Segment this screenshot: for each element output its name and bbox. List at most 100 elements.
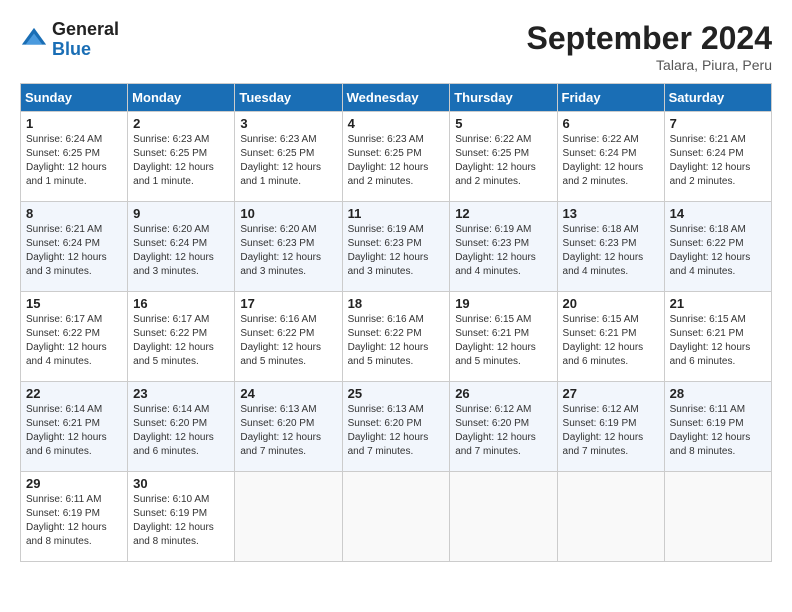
day-info: Sunrise: 6:23 AMSunset: 6:25 PMDaylight:…	[240, 133, 336, 189]
logo-icon	[20, 26, 48, 54]
day-number: 13	[563, 206, 659, 221]
calendar-cell: 7 Sunrise: 6:21 AMSunset: 6:24 PMDaylight…	[664, 112, 771, 202]
day-number: 7	[670, 116, 766, 131]
calendar-cell: 25 Sunrise: 6:13 AMSunset: 6:20 PMDayligh…	[342, 382, 450, 472]
day-info: Sunrise: 6:18 AMSunset: 6:23 PMDaylight:…	[563, 223, 659, 279]
calendar-cell: 2Sunrise: 6:23 AMSunset: 6:25 PMDaylight…	[128, 112, 235, 202]
day-number: 6	[563, 116, 659, 131]
day-info: Sunrise: 6:24 AMSunset: 6:25 PMDaylight:…	[26, 133, 122, 189]
title-block: September 2024 Talara, Piura, Peru	[527, 20, 772, 73]
header-thursday: Thursday	[450, 84, 557, 112]
day-info: Sunrise: 6:20 AMSunset: 6:24 PMDaylight:…	[133, 223, 229, 279]
day-number: 23	[133, 386, 229, 401]
calendar-cell	[235, 472, 342, 562]
calendar-cell: 14 Sunrise: 6:18 AMSunset: 6:22 PMDayligh…	[664, 202, 771, 292]
day-number: 11	[348, 206, 445, 221]
calendar-cell: 12 Sunrise: 6:19 AMSunset: 6:23 PMDayligh…	[450, 202, 557, 292]
day-number: 8	[26, 206, 122, 221]
month-title: September 2024	[527, 20, 772, 57]
calendar-cell: 8 Sunrise: 6:21 AMSunset: 6:24 PMDaylight…	[21, 202, 128, 292]
day-info: Sunrise: 6:13 AMSunset: 6:20 PMDaylight:…	[348, 403, 445, 459]
calendar-table: SundayMondayTuesdayWednesdayThursdayFrid…	[20, 83, 772, 562]
header-sunday: Sunday	[21, 84, 128, 112]
day-number: 12	[455, 206, 551, 221]
calendar-cell	[664, 472, 771, 562]
header-wednesday: Wednesday	[342, 84, 450, 112]
calendar-cell: 16 Sunrise: 6:17 AMSunset: 6:22 PMDayligh…	[128, 292, 235, 382]
day-info: Sunrise: 6:15 AMSunset: 6:21 PMDaylight:…	[670, 313, 766, 369]
day-info: Sunrise: 6:21 AMSunset: 6:24 PMDaylight:…	[670, 133, 766, 189]
day-number: 14	[670, 206, 766, 221]
day-number: 25	[348, 386, 445, 401]
calendar-week-row: 8 Sunrise: 6:21 AMSunset: 6:24 PMDaylight…	[21, 202, 772, 292]
day-number: 18	[348, 296, 445, 311]
day-info: Sunrise: 6:21 AMSunset: 6:24 PMDaylight:…	[26, 223, 122, 279]
header-saturday: Saturday	[664, 84, 771, 112]
day-info: Sunrise: 6:23 AMSunset: 6:25 PMDaylight:…	[348, 133, 445, 189]
day-number: 20	[563, 296, 659, 311]
day-info: Sunrise: 6:20 AMSunset: 6:23 PMDaylight:…	[240, 223, 336, 279]
day-number: 9	[133, 206, 229, 221]
day-number: 4	[348, 116, 445, 131]
day-number: 29	[26, 476, 122, 491]
calendar-week-row: 1 Sunrise: 6:24 AMSunset: 6:25 PMDaylight…	[21, 112, 772, 202]
day-info: Sunrise: 6:17 AMSunset: 6:22 PMDaylight:…	[26, 313, 122, 369]
day-number: 27	[563, 386, 659, 401]
calendar-cell: 13 Sunrise: 6:18 AMSunset: 6:23 PMDayligh…	[557, 202, 664, 292]
day-number: 1	[26, 116, 122, 131]
calendar-cell: 3 Sunrise: 6:23 AMSunset: 6:25 PMDaylight…	[235, 112, 342, 202]
calendar-cell	[557, 472, 664, 562]
day-number: 19	[455, 296, 551, 311]
day-number: 3	[240, 116, 336, 131]
day-info: Sunrise: 6:22 AMSunset: 6:25 PMDaylight:…	[455, 133, 551, 189]
calendar-cell: 30Sunrise: 6:10 AMSunset: 6:19 PMDayligh…	[128, 472, 235, 562]
day-number: 26	[455, 386, 551, 401]
day-info: Sunrise: 6:19 AMSunset: 6:23 PMDaylight:…	[455, 223, 551, 279]
calendar-cell	[450, 472, 557, 562]
location-subtitle: Talara, Piura, Peru	[527, 57, 772, 73]
day-number: 5	[455, 116, 551, 131]
day-number: 28	[670, 386, 766, 401]
day-info: Sunrise: 6:17 AMSunset: 6:22 PMDaylight:…	[133, 313, 229, 369]
day-info: Sunrise: 6:22 AMSunset: 6:24 PMDaylight:…	[563, 133, 659, 189]
calendar-cell: 22 Sunrise: 6:14 AMSunset: 6:21 PMDayligh…	[21, 382, 128, 472]
calendar-week-row: 29Sunrise: 6:11 AMSunset: 6:19 PMDayligh…	[21, 472, 772, 562]
calendar-cell: 19Sunrise: 6:15 AMSunset: 6:21 PMDayligh…	[450, 292, 557, 382]
day-number: 2	[133, 116, 229, 131]
day-number: 10	[240, 206, 336, 221]
logo-text: General Blue	[52, 20, 119, 60]
days-header-row: SundayMondayTuesdayWednesdayThursdayFrid…	[21, 84, 772, 112]
day-info: Sunrise: 6:14 AMSunset: 6:21 PMDaylight:…	[26, 403, 122, 459]
calendar-cell: 17Sunrise: 6:16 AMSunset: 6:22 PMDayligh…	[235, 292, 342, 382]
calendar-cell: 26 Sunrise: 6:12 AMSunset: 6:20 PMDayligh…	[450, 382, 557, 472]
calendar-cell: 15 Sunrise: 6:17 AMSunset: 6:22 PMDayligh…	[21, 292, 128, 382]
day-number: 22	[26, 386, 122, 401]
calendar-cell: 11Sunrise: 6:19 AMSunset: 6:23 PMDayligh…	[342, 202, 450, 292]
calendar-cell: 1 Sunrise: 6:24 AMSunset: 6:25 PMDaylight…	[21, 112, 128, 202]
day-number: 21	[670, 296, 766, 311]
day-number: 16	[133, 296, 229, 311]
calendar-cell: 24Sunrise: 6:13 AMSunset: 6:20 PMDayligh…	[235, 382, 342, 472]
calendar-cell: 28 Sunrise: 6:11 AMSunset: 6:19 PMDayligh…	[664, 382, 771, 472]
logo: General Blue	[20, 20, 119, 60]
calendar-cell	[342, 472, 450, 562]
day-info: Sunrise: 6:18 AMSunset: 6:22 PMDaylight:…	[670, 223, 766, 279]
calendar-cell: 18Sunrise: 6:16 AMSunset: 6:22 PMDayligh…	[342, 292, 450, 382]
day-number: 15	[26, 296, 122, 311]
day-info: Sunrise: 6:11 AMSunset: 6:19 PMDaylight:…	[670, 403, 766, 459]
calendar-cell: 10 Sunrise: 6:20 AMSunset: 6:23 PMDayligh…	[235, 202, 342, 292]
calendar-cell: 23 Sunrise: 6:14 AMSunset: 6:20 PMDayligh…	[128, 382, 235, 472]
day-info: Sunrise: 6:13 AMSunset: 6:20 PMDaylight:…	[240, 403, 336, 459]
day-info: Sunrise: 6:14 AMSunset: 6:20 PMDaylight:…	[133, 403, 229, 459]
calendar-week-row: 15 Sunrise: 6:17 AMSunset: 6:22 PMDayligh…	[21, 292, 772, 382]
calendar-cell: 5 Sunrise: 6:22 AMSunset: 6:25 PMDaylight…	[450, 112, 557, 202]
day-info: Sunrise: 6:12 AMSunset: 6:19 PMDaylight:…	[563, 403, 659, 459]
calendar-cell: 9 Sunrise: 6:20 AMSunset: 6:24 PMDaylight…	[128, 202, 235, 292]
day-info: Sunrise: 6:16 AMSunset: 6:22 PMDaylight:…	[240, 313, 336, 369]
calendar-cell: 6 Sunrise: 6:22 AMSunset: 6:24 PMDaylight…	[557, 112, 664, 202]
page-header: General Blue September 2024 Talara, Piur…	[20, 20, 772, 73]
calendar-week-row: 22 Sunrise: 6:14 AMSunset: 6:21 PMDayligh…	[21, 382, 772, 472]
header-tuesday: Tuesday	[235, 84, 342, 112]
day-info: Sunrise: 6:12 AMSunset: 6:20 PMDaylight:…	[455, 403, 551, 459]
day-info: Sunrise: 6:10 AMSunset: 6:19 PMDaylight:…	[133, 493, 229, 549]
